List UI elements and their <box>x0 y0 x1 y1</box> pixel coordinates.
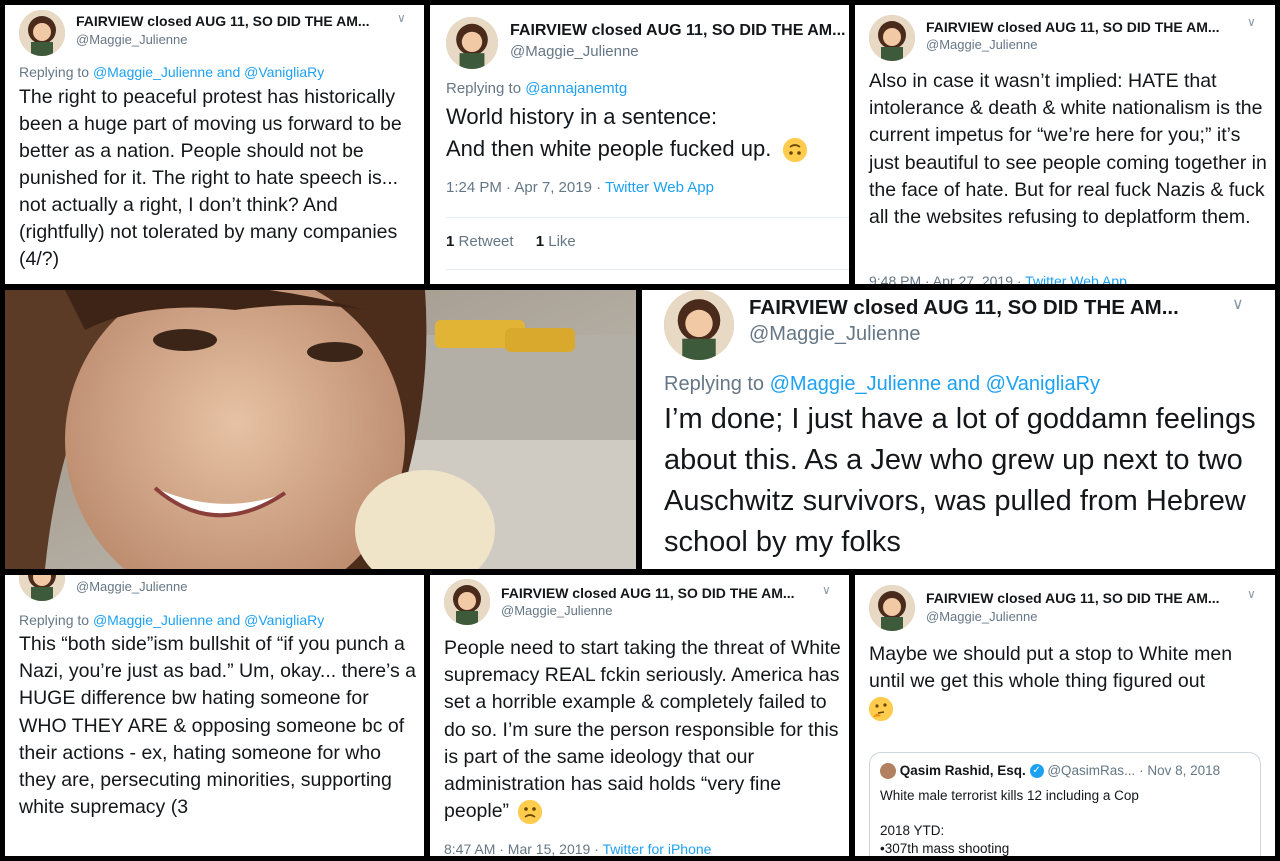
reply-mentions[interactable]: @annajanemtg <box>525 80 627 97</box>
display-name[interactable]: FAIRVIEW closed AUG 11, SO DID THE AM... <box>926 590 1220 606</box>
avatar[interactable] <box>19 575 65 601</box>
quoted-handle[interactable]: @QasimRas... <box>1047 763 1135 778</box>
quoted-line-3: •307th mass shooting <box>880 841 1010 856</box>
source-link[interactable]: Twitter Web App <box>605 179 714 196</box>
chevron-down-icon[interactable]: ∨ <box>1232 294 1244 314</box>
display-name[interactable]: FAIRVIEW closed AUG 11, SO DID THE AM... <box>926 19 1220 35</box>
replying-to: Replying to @Maggie_Julienne and @Vanigl… <box>664 373 1100 396</box>
replying-to: Replying to @Maggie_Julienne and @Vanigl… <box>19 64 324 80</box>
avatar[interactable] <box>444 579 490 625</box>
handle[interactable]: @Maggie_Julienne <box>510 43 639 60</box>
tweet-panel-6: FAIRVIEW closed AUG 11, SO DID THE AM...… <box>430 575 849 856</box>
tweet-panel-2: FAIRVIEW closed AUG 11, SO DID THE AM...… <box>430 5 849 284</box>
quoted-avatar <box>880 763 896 780</box>
time-date[interactable]: 1:24 PM · Apr 7, 2019 · <box>446 179 601 196</box>
tweet-text-content: Maybe we should put a stop to White men … <box>869 643 1233 693</box>
retweet-count[interactable]: 1 Retweet <box>446 233 514 250</box>
tweet-text-line-1: World history in a sentence: <box>446 104 718 129</box>
engagement-stats: 1 Retweet 1 Like <box>446 233 576 250</box>
chevron-down-icon[interactable]: ∨ <box>397 11 406 25</box>
display-name[interactable]: FAIRVIEW closed AUG 11, SO DID THE AM... <box>749 296 1179 320</box>
avatar[interactable] <box>869 585 915 631</box>
reply-prefix: Replying to <box>19 64 90 80</box>
tweet-panel-4: FAIRVIEW closed AUG 11, SO DID THE AM...… <box>642 290 1275 569</box>
tweet-text: Maybe we should put a stop to White men … <box>869 641 1267 723</box>
chevron-down-icon[interactable]: ∨ <box>1247 15 1256 29</box>
tweet-text: World history in a sentence: And then wh… <box>446 101 846 165</box>
avatar[interactable] <box>869 15 915 61</box>
tweet-panel-3: FAIRVIEW closed AUG 11, SO DID THE AM...… <box>855 5 1275 284</box>
tweet-text-content: People need to start taking the threat o… <box>444 637 841 823</box>
tweet-text-line-2-text: And then white people fucked up. <box>446 136 772 161</box>
slightly-frowning-face-icon <box>518 800 543 825</box>
handle[interactable]: @Maggie_Julienne <box>926 37 1038 52</box>
replying-to: Replying to @annajanemtg <box>446 80 627 97</box>
handle[interactable]: @Maggie_Julienne <box>76 32 188 47</box>
tweet-panel-1: FAIRVIEW closed AUG 11, SO DID THE AM...… <box>5 5 424 284</box>
quoted-tweet-header: Qasim Rashid, Esq. ✓ @QasimRas... · Nov … <box>880 763 1220 780</box>
quoted-date[interactable]: · Nov 8, 2018 <box>1139 763 1220 778</box>
handle[interactable]: @Maggie_Julienne <box>926 609 1038 624</box>
upside-down-face-icon <box>783 138 808 163</box>
reply-mentions[interactable]: @Maggie_Julienne and @VanigliaRy <box>93 64 324 80</box>
reply-prefix: Replying to <box>446 80 522 97</box>
chevron-down-icon[interactable]: ∨ <box>1247 587 1256 601</box>
handle[interactable]: @Maggie_Julienne <box>501 603 613 618</box>
tweet-panel-7: FAIRVIEW closed AUG 11, SO DID THE AM...… <box>855 575 1275 856</box>
quoted-tweet[interactable]: Qasim Rashid, Esq. ✓ @QasimRas... · Nov … <box>869 752 1261 856</box>
photo-image <box>5 290 636 569</box>
avatar[interactable] <box>446 17 498 69</box>
chevron-down-icon[interactable]: ∨ <box>822 583 831 597</box>
divider <box>446 269 849 270</box>
reply-mentions[interactable]: @Maggie_Julienne and @VanigliaRy <box>770 373 1100 395</box>
source-link[interactable]: Twitter Web App <box>1025 273 1127 284</box>
like-count[interactable]: 1 Like <box>536 233 576 250</box>
tweet-meta: 1:24 PM · Apr 7, 2019 · Twitter Web App <box>446 179 714 196</box>
display-name[interactable]: FAIRVIEW closed AUG 11, SO DID THE AM... <box>501 585 795 601</box>
time-date[interactable]: 8:47 AM · Mar 15, 2019 · <box>444 841 599 856</box>
tweet-meta: 8:47 AM · Mar 15, 2019 · Twitter for iPh… <box>444 841 711 856</box>
thinking-face-icon <box>869 697 893 722</box>
replying-to: Replying to @Maggie_Julienne and @Vanigl… <box>19 612 324 628</box>
handle[interactable]: @Maggie_Julienne <box>749 323 921 346</box>
tweet-text-line-2: And then white people fucked up. <box>446 133 846 165</box>
verified-badge-icon: ✓ <box>1029 764 1044 779</box>
tweet-panel-5: @Maggie_Julienne Replying to @Maggie_Jul… <box>5 575 424 856</box>
tweet-text: I’m done; I just have a lot of goddamn f… <box>664 403 1256 558</box>
tweet-text: Also in case it wasn’t implied: HATE tha… <box>869 70 1267 229</box>
display-name[interactable]: FAIRVIEW closed AUG 11, SO DID THE AM... <box>510 22 845 40</box>
avatar[interactable] <box>664 290 734 360</box>
handle[interactable]: @Maggie_Julienne <box>76 579 188 594</box>
reply-mentions[interactable]: @Maggie_Julienne and @VanigliaRy <box>93 612 324 628</box>
selfie-photo <box>5 290 636 569</box>
avatar[interactable] <box>19 10 65 56</box>
divider <box>446 217 849 218</box>
display-name[interactable]: FAIRVIEW closed AUG 11, SO DID THE AM... <box>76 13 370 29</box>
quoted-line-1: White male terrorist kills 12 including … <box>880 788 1139 803</box>
tweet-meta: 9:48 PM · Apr 27, 2019 · Twitter Web App <box>869 273 1127 284</box>
quoted-line-2: 2018 YTD: <box>880 823 945 838</box>
reply-prefix: Replying to <box>664 373 765 395</box>
time-date[interactable]: 9:48 PM · Apr 27, 2019 · <box>869 273 1022 284</box>
quoted-name[interactable]: Qasim Rashid, Esq. <box>900 763 1026 778</box>
source-link[interactable]: Twitter for iPhone <box>603 841 712 856</box>
tweet-text: The right to peaceful protest has histor… <box>19 86 402 270</box>
tweet-text: This “both side”ism bullshit of “if you … <box>19 633 417 819</box>
reply-prefix: Replying to <box>19 612 90 628</box>
tweet-text: People need to start taking the threat o… <box>444 635 842 825</box>
